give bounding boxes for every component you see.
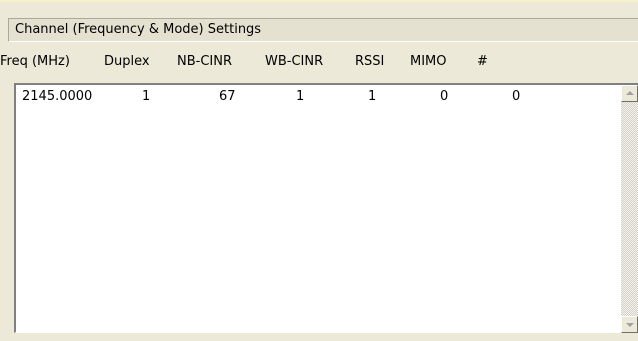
top-highlight-strip bbox=[0, 0, 638, 3]
scroll-down-arrow-icon bbox=[626, 323, 634, 327]
cell-nb-cinr: 67 bbox=[219, 89, 236, 104]
column-header-nb-cinr[interactable]: NB-CINR bbox=[177, 54, 232, 69]
channel-list[interactable]: 2145.0000 1 67 1 1 0 0 bbox=[14, 83, 638, 333]
column-header-rssi[interactable]: RSSI bbox=[355, 54, 384, 69]
cell-rssi: 1 bbox=[368, 89, 377, 104]
scroll-up-button[interactable] bbox=[621, 85, 638, 102]
cell-wb-cinr: 1 bbox=[296, 89, 305, 104]
column-header-freq[interactable]: Freq (MHz) bbox=[0, 54, 70, 69]
column-header-duplex[interactable]: Duplex bbox=[104, 54, 150, 69]
group-header: Channel (Frequency & Mode) Settings bbox=[8, 18, 638, 42]
column-header-count[interactable]: # bbox=[477, 54, 488, 69]
list-item[interactable]: 2145.0000 1 67 1 1 0 0 bbox=[16, 89, 606, 109]
vertical-scrollbar[interactable] bbox=[621, 85, 638, 333]
cell-duplex: 1 bbox=[142, 89, 151, 104]
scroll-up-arrow-icon bbox=[626, 91, 634, 95]
channel-settings-panel: { "group": { "title": "Channel (Frequenc… bbox=[0, 0, 638, 341]
column-header-mimo[interactable]: MIMO bbox=[410, 54, 447, 69]
cell-mimo: 0 bbox=[440, 89, 449, 104]
column-header-wb-cinr[interactable]: WB-CINR bbox=[265, 54, 323, 69]
cell-count: 0 bbox=[512, 89, 521, 104]
cell-freq: 2145.0000 bbox=[22, 89, 93, 104]
scroll-down-button[interactable] bbox=[621, 316, 638, 333]
group-title: Channel (Frequency & Mode) Settings bbox=[15, 22, 262, 37]
